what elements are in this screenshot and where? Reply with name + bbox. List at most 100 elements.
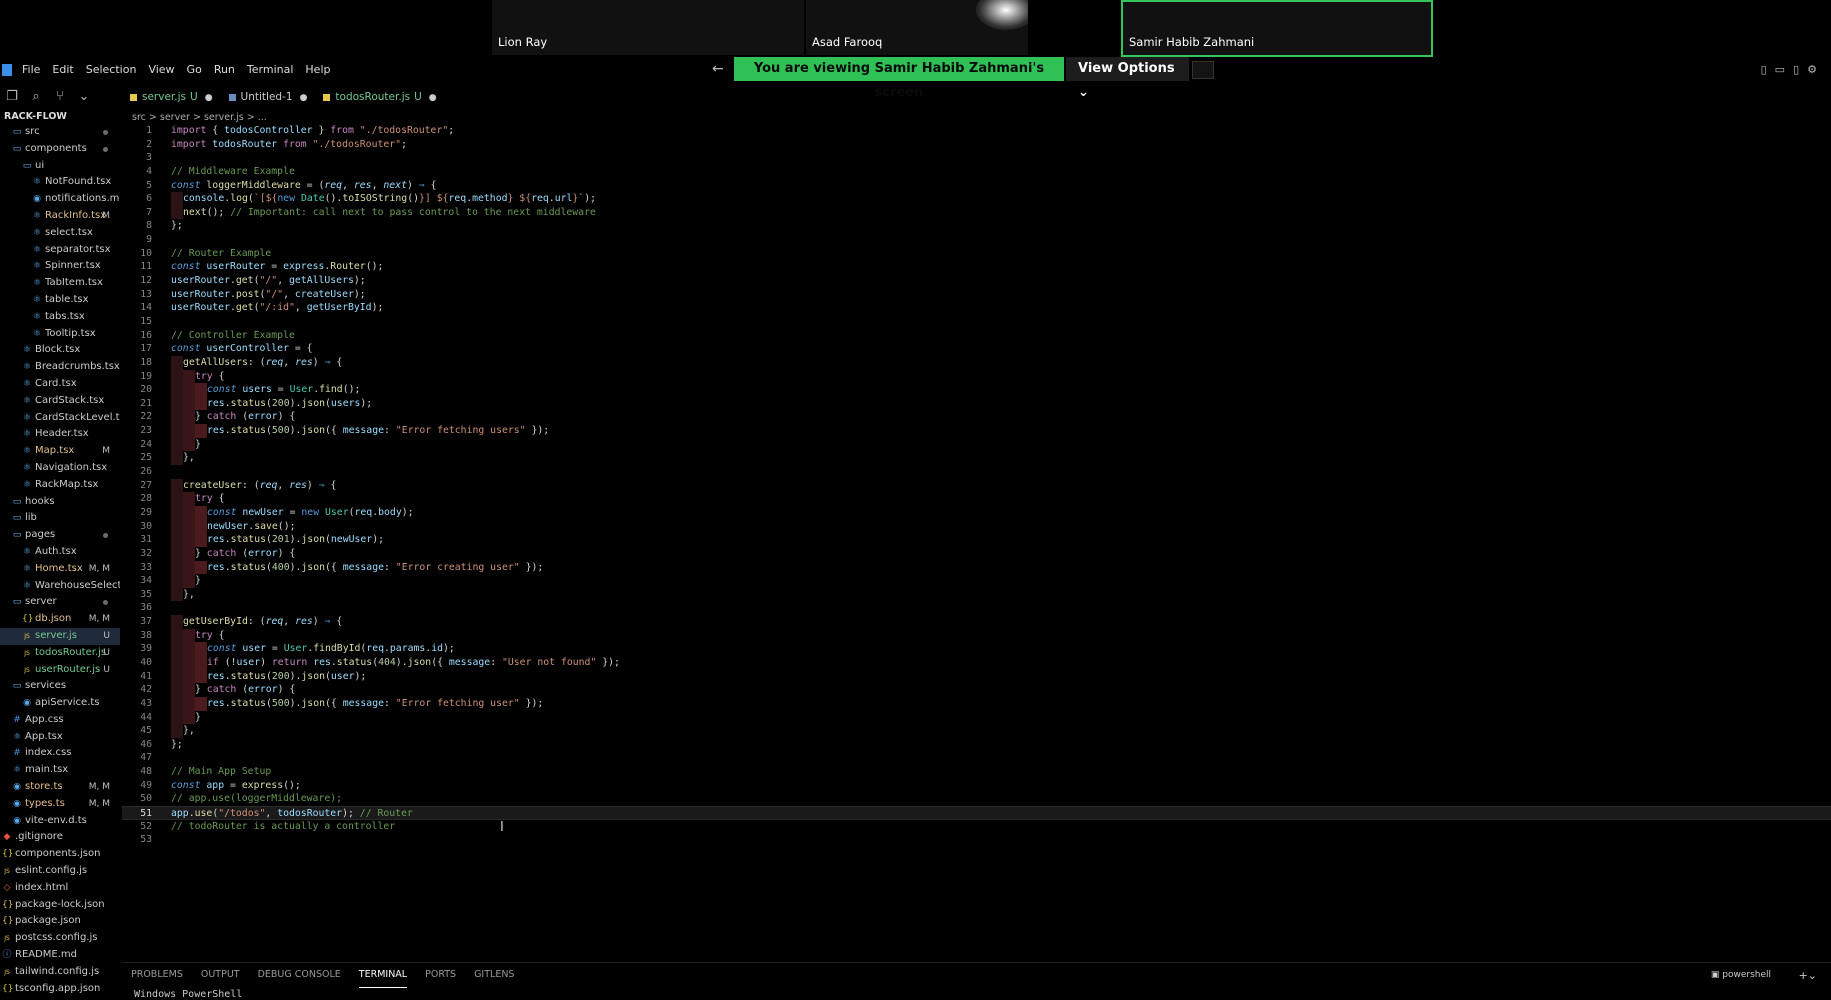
code-line[interactable]: 33 res.status(400).json({ message: "Error…	[122, 560, 1831, 575]
code-line[interactable]: 51 app.use("/todos", todosRouter); // Rou…	[122, 806, 1831, 820]
tree-file[interactable]: ◉ vite-env.d.ts	[0, 813, 120, 830]
unsaved-dot-icon[interactable]: ●	[300, 93, 308, 103]
code-line[interactable]: 39 const user = User.findById(req.params.…	[122, 642, 1831, 656]
code-line[interactable]: 27 createUser: (req, res) ⇒ {	[122, 478, 1831, 493]
tree-file[interactable]: ⚛ Block.tsx	[0, 342, 120, 359]
tree-file[interactable]: ⚛ App.tsx	[0, 729, 120, 746]
tree-folder[interactable]: ▭ pages	[0, 527, 120, 544]
tree-file[interactable]: ⚛ CardStack.tsx	[0, 393, 120, 410]
tree-folder[interactable]: ▭ ui	[0, 158, 120, 175]
tree-file[interactable]: JS tailwind.config.js	[0, 964, 120, 981]
code-line[interactable]: 18 getAllUsers: (req, res) ⇒ {	[122, 355, 1831, 370]
toggle-secondary-sidebar-icon[interactable]: ▯	[1793, 63, 1807, 76]
code-line[interactable]: 10 // Router Example	[122, 247, 1831, 261]
tree-file[interactable]: ⚛ Spinner.tsx	[0, 258, 120, 275]
tree-file[interactable]: ⚛ Navigation.tsx	[0, 460, 120, 477]
source-control-icon[interactable]: ⑂	[48, 86, 72, 108]
code-line[interactable]: 45},	[122, 724, 1831, 738]
tree-file[interactable]: ⚛ Header.tsx	[0, 426, 120, 443]
code-line[interactable]: 46};	[122, 738, 1831, 752]
code-line[interactable]: 37 getUserById: (req, res) ⇒ {	[122, 615, 1831, 629]
tree-file[interactable]: ⚛ TabItem.tsx	[0, 275, 120, 292]
code-line[interactable]: 43 res.status(500).json({ message: "Error…	[122, 696, 1831, 711]
tree-file[interactable]: ◆ .gitignore	[0, 829, 120, 846]
tree-file[interactable]: ⚛ Home.tsx M, M	[0, 561, 120, 578]
tree-folder[interactable]: ▭ lib	[0, 510, 120, 527]
code-line[interactable]: 32} catch (error) {	[122, 546, 1831, 561]
tree-file[interactable]: ◉ apiService.ts	[0, 695, 120, 712]
gear-icon[interactable]: ⚙	[1807, 63, 1825, 76]
code-line[interactable]: 11 const userRouter = express.Router();	[122, 260, 1831, 274]
unsaved-dot-icon[interactable]: ●	[205, 93, 213, 103]
code-line[interactable]: 15	[122, 315, 1831, 329]
tree-file[interactable]: {} package-lock.json	[0, 897, 120, 914]
code-line[interactable]: 23 res.status(500).json({ message: "Error…	[122, 424, 1831, 438]
tree-file[interactable]: JS postcss.config.js	[0, 930, 120, 947]
chevron-down-icon[interactable]: ⌄	[72, 86, 96, 108]
menu-edit[interactable]: Edit	[46, 57, 79, 83]
project-title[interactable]: RACK-FLOW	[0, 110, 120, 124]
search-icon[interactable]: ⌕	[24, 86, 48, 108]
tree-file[interactable]: ⚛ main.tsx	[0, 762, 120, 779]
code-line[interactable]: 24}	[122, 437, 1831, 452]
tree-file[interactable]: ◇ index.html	[0, 880, 120, 897]
code-line[interactable]: 50 // app.use(loggerMiddleware);	[122, 792, 1831, 806]
code-line[interactable]: 38 try {	[122, 628, 1831, 643]
code-line[interactable]: 29 const newUser = new User(req.body);	[122, 505, 1831, 520]
tree-file[interactable]: ⓘ README.md	[0, 947, 120, 964]
tree-file[interactable]: ◉ notifications.mod...	[0, 191, 120, 208]
new-terminal-icon[interactable]: +⌄	[1799, 969, 1817, 982]
tree-folder[interactable]: ▭ hooks	[0, 494, 120, 511]
toggle-panel-icon[interactable]: ▭	[1775, 63, 1793, 76]
unsaved-dot-icon[interactable]: ●	[429, 93, 437, 103]
participant-tile-active[interactable]: Samir Habib Zahmani	[1121, 0, 1433, 57]
tree-folder[interactable]: ▭ services	[0, 678, 120, 695]
panel-tab-debug-console[interactable]: DEBUG CONSOLE	[258, 963, 341, 987]
command-center[interactable]	[1192, 61, 1214, 79]
code-line[interactable]: 4 // Middleware Example	[122, 165, 1831, 179]
back-arrow-icon[interactable]: ←	[712, 61, 724, 77]
code-line[interactable]: 13 userRouter.post("/", createUser);	[122, 288, 1831, 302]
toggle-sidebar-icon[interactable]: ▯	[1761, 63, 1775, 76]
tree-file[interactable]: {} db.json M, M	[0, 611, 120, 628]
menu-view[interactable]: View	[142, 57, 180, 83]
tree-folder[interactable]: ▭ src	[0, 124, 120, 141]
code-line[interactable]: 42} catch (error) {	[122, 683, 1831, 697]
tree-file[interactable]: ⚛WarehouseSelectio...	[0, 578, 120, 595]
tree-file[interactable]: ◉ store.ts M, M	[0, 779, 120, 796]
code-line[interactable]: 49 const app = express();	[122, 779, 1831, 793]
code-line[interactable]: 34}	[122, 574, 1831, 588]
code-line[interactable]: 31 res.status(201).json(newUser);	[122, 533, 1831, 547]
tree-file[interactable]: JS todosRouter.js U	[0, 645, 120, 662]
code-line[interactable]: 6 console.log(`[${new Date().toISOString(…	[122, 192, 1831, 206]
tree-file[interactable]: ⚛ Breadcrumbs.tsx	[0, 359, 120, 376]
tree-file[interactable]: ⚛ Card.tsx	[0, 376, 120, 393]
code-line[interactable]: 19 try {	[122, 369, 1831, 384]
code-line[interactable]: 5 const loggerMiddleware = (req, res, nex…	[122, 179, 1831, 193]
view-options-button[interactable]: View Options ⌄	[1066, 57, 1189, 100]
tree-file[interactable]: {} package.json	[0, 913, 120, 930]
tree-file[interactable]: ⚛ table.tsx	[0, 292, 120, 309]
code-line[interactable]: 53	[122, 833, 1831, 847]
tree-file[interactable]: {} components.json	[0, 846, 120, 863]
code-line[interactable]: 8};	[122, 219, 1831, 233]
menu-help[interactable]: Help	[299, 57, 336, 83]
code-line[interactable]: 36	[122, 601, 1831, 615]
menu-terminal[interactable]: Terminal	[241, 57, 300, 83]
code-line[interactable]: 2 import todosRouter from "./todosRouter"…	[122, 138, 1831, 152]
tree-file[interactable]: ⚛ Tooltip.tsx	[0, 326, 120, 343]
code-line[interactable]: 35},	[122, 587, 1831, 602]
tree-file[interactable]: JS server.js U	[0, 627, 120, 645]
tree-file[interactable]: JS eslint.config.js	[0, 863, 120, 880]
code-line[interactable]: 1 import { todosController } from "./todo…	[122, 124, 1831, 138]
menu-go[interactable]: Go	[181, 57, 208, 83]
code-line[interactable]: 41 res.status(200).json(user);	[122, 669, 1831, 684]
panel-tab-terminal[interactable]: TERMINAL	[358, 963, 408, 988]
panel-tab-output[interactable]: OUTPUT	[201, 963, 240, 987]
code-line[interactable]: 12 userRouter.get("/", getAllUsers);	[122, 274, 1831, 288]
code-line[interactable]: 47	[122, 751, 1831, 765]
tree-file[interactable]: ⚛ Map.tsx M	[0, 443, 120, 460]
code-editor[interactable]: 1 import { todosController } from "./todo…	[122, 124, 1831, 956]
participant-tile[interactable]: Asad Farooq	[806, 0, 1028, 55]
tree-file[interactable]: ⚛ select.tsx	[0, 225, 120, 242]
